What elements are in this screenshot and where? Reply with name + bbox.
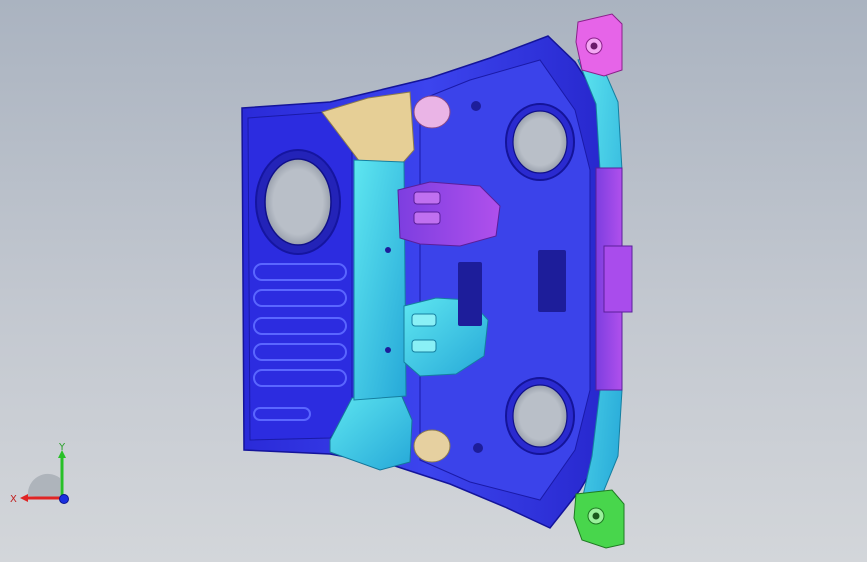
triad-quadrant <box>27 473 61 498</box>
lower-right-hole-opening <box>512 384 568 448</box>
z-axis-dot <box>59 494 69 504</box>
coordinate-triad-icon: Y X <box>10 442 69 505</box>
upper-right-hole-opening <box>512 110 568 174</box>
lower-mount-pad <box>411 313 437 327</box>
y-axis-label: Y <box>58 442 66 453</box>
upper-left-hole-opening <box>264 158 332 246</box>
upper-mount-pad-2 <box>413 211 441 225</box>
upper-mount-pad <box>413 191 441 205</box>
graphics-viewport[interactable]: Y X <box>0 0 867 562</box>
lower-mount-pad-2 <box>411 339 437 353</box>
lower-strut-tower-pad <box>413 429 451 463</box>
cad-model-3d-view[interactable] <box>0 0 867 562</box>
upper-strut-tower-pad <box>413 95 451 129</box>
upper-purple-mount <box>397 181 501 247</box>
x-axis-label: X <box>10 494 17 505</box>
right-purple-bracket <box>603 245 633 313</box>
